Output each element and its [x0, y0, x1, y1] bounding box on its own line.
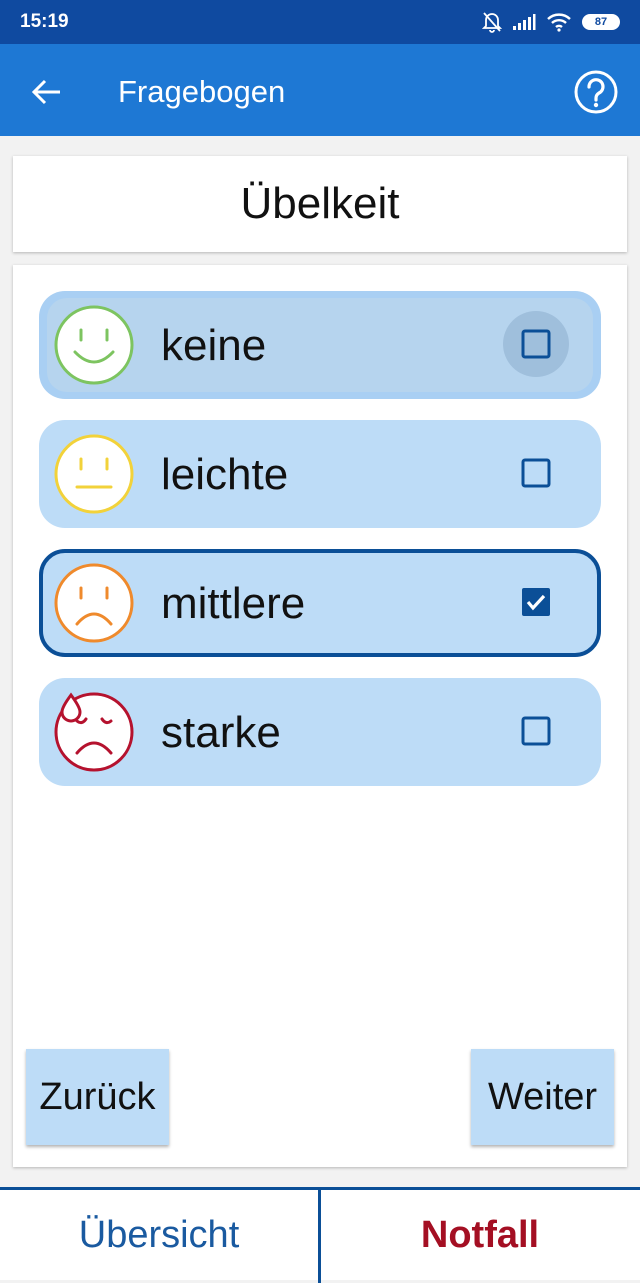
arrow-left-icon — [31, 79, 60, 105]
help-circle-icon — [574, 70, 618, 114]
option-starke[interactable]: starke — [39, 678, 601, 786]
back-nav-button[interactable]: Zurück — [26, 1049, 169, 1145]
option-mittlere[interactable]: mittlere — [39, 549, 601, 657]
frown-face-icon — [54, 563, 134, 643]
next-button[interactable]: Weiter — [471, 1049, 614, 1145]
option-label: leichte — [161, 450, 289, 499]
status-bar: 15:19 87 — [0, 0, 640, 44]
battery-icon: 87 — [582, 14, 620, 30]
battery-level: 87 — [594, 16, 608, 28]
option-keine[interactable]: keine — [39, 291, 601, 399]
emergency-button[interactable]: Notfall — [321, 1190, 639, 1280]
sweat-frown-face-icon — [54, 692, 134, 772]
question-title: Übelkeit — [240, 179, 400, 228]
signal-icon — [513, 14, 536, 30]
wifi-icon — [547, 13, 571, 32]
overview-button[interactable]: Übersicht — [0, 1190, 318, 1280]
back-button[interactable] — [22, 68, 70, 116]
option-label: keine — [161, 321, 267, 370]
status-icons: 87 — [482, 10, 620, 34]
neutral-face-icon — [54, 434, 134, 514]
checkbox-checked[interactable] — [521, 587, 551, 617]
smile-face-icon — [54, 305, 134, 385]
question-card: Übelkeit — [13, 156, 627, 252]
option-label: starke — [161, 708, 281, 757]
bell-off-icon — [482, 12, 502, 33]
page-title: Fragebogen — [118, 74, 286, 109]
help-button[interactable] — [572, 68, 620, 116]
option-label: mittlere — [161, 579, 306, 628]
checkbox[interactable] — [521, 458, 551, 488]
answers-card: keine leichte mittlere starke Zurück Wei… — [13, 265, 627, 1167]
app-bar: Fragebogen — [0, 44, 640, 136]
checkbox[interactable] — [521, 329, 551, 359]
checkbox[interactable] — [521, 716, 551, 746]
option-leichte[interactable]: leichte — [39, 420, 601, 528]
bottom-bar: Übersicht Notfall — [0, 1187, 640, 1283]
status-time: 15:19 — [20, 11, 69, 32]
